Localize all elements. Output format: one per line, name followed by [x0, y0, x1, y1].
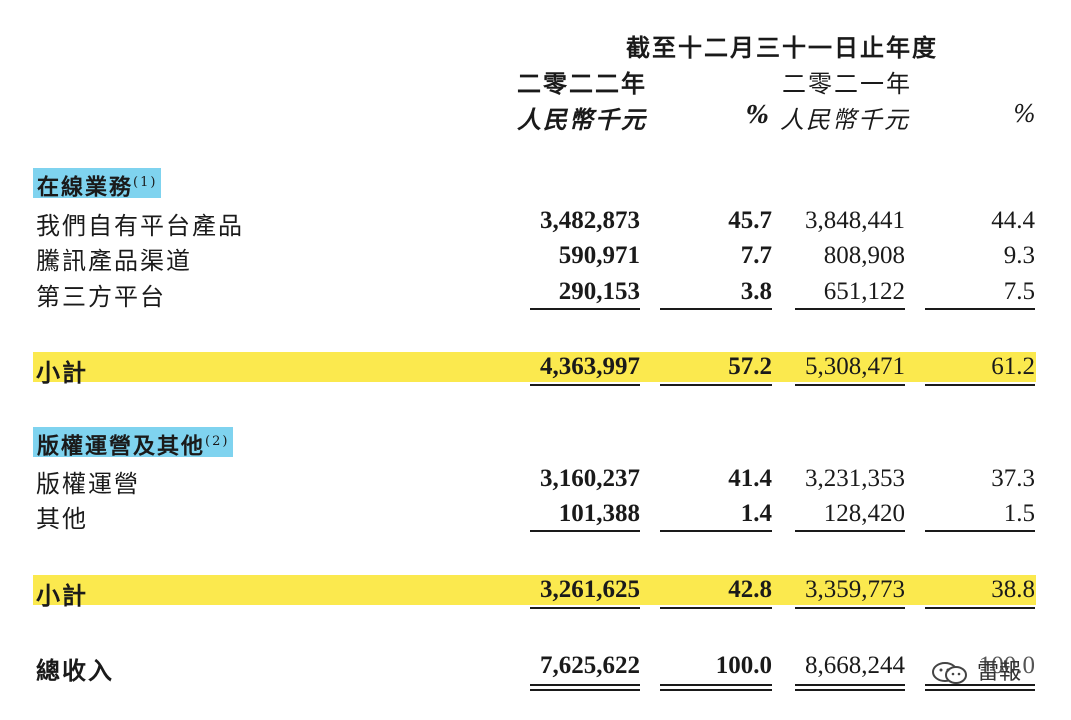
- value-2022: 590,971: [558, 242, 640, 269]
- value-2021: 651,122: [823, 278, 905, 305]
- year-2022-header: 二零二二年: [517, 69, 647, 98]
- underline: [530, 530, 640, 532]
- double-underline: [925, 689, 1035, 691]
- wechat-icon: [932, 662, 967, 684]
- total-label: 總收入: [36, 656, 114, 685]
- section-online-business: 在線業務(1): [33, 168, 162, 201]
- section-copyright-title: 版權運營及其他: [37, 433, 206, 460]
- value-2021: 128,420: [823, 500, 905, 527]
- underline: [795, 384, 905, 386]
- pct-2022: 41.4: [728, 465, 772, 492]
- row-label: 第三方平台: [36, 283, 166, 311]
- value-2022: 101,388: [558, 500, 640, 527]
- subtotal-value-2021: 3,359,773: [805, 576, 905, 603]
- underline: [660, 530, 772, 532]
- value-2022: 3,482,873: [540, 207, 640, 234]
- row-label: 版權運營: [36, 470, 140, 498]
- underline: [925, 384, 1035, 386]
- subtotal-value-2022: 4,363,997: [540, 353, 640, 380]
- pct-2021: 9.3: [1003, 242, 1035, 269]
- row-label: 其他: [36, 505, 88, 533]
- section-copyright-operations: 版權運營及其他(2): [33, 427, 234, 460]
- double-underline: [795, 689, 905, 691]
- pct-2021-header: %: [1013, 100, 1038, 128]
- value-2021: 3,848,441: [805, 207, 905, 234]
- double-underline: [795, 684, 905, 686]
- period-header: 截至十二月三十一日止年度: [626, 33, 938, 62]
- watermark: 雷報: [930, 654, 1021, 686]
- note-1: (1): [133, 175, 158, 190]
- subtotal-value-2022: 3,261,625: [540, 576, 640, 603]
- subtotal-pct-2021: 38.8: [991, 576, 1035, 603]
- total-pct-2022: 100.0: [715, 652, 772, 679]
- row-label: 騰訊產品渠道: [36, 247, 192, 275]
- subtotal-value-2021: 5,308,471: [805, 353, 905, 380]
- pct-2022: 45.7: [728, 207, 772, 234]
- total-value-2021: 8,668,244: [805, 652, 905, 679]
- double-underline: [660, 689, 772, 691]
- pct-2022: 1.4: [740, 500, 772, 527]
- underline: [530, 308, 640, 310]
- underline: [925, 607, 1035, 609]
- watermark-text: 雷報: [977, 660, 1022, 685]
- value-2021: 808,908: [823, 242, 905, 269]
- pct-2022-header: %: [746, 100, 771, 129]
- value-2022: 290,153: [558, 278, 640, 305]
- value-2021: 3,231,353: [805, 465, 905, 492]
- pct-2021: 1.5: [1003, 500, 1035, 527]
- underline: [660, 607, 772, 609]
- underline: [925, 530, 1035, 532]
- year-2021-header: 二零二一年: [782, 70, 912, 98]
- underline: [660, 308, 772, 310]
- pct-2022: 7.7: [740, 242, 772, 269]
- unit-2022-header: 人民幣千元: [517, 105, 647, 134]
- pct-2021: 37.3: [991, 465, 1035, 492]
- double-underline: [530, 684, 640, 686]
- section-online-title: 在線業務: [37, 174, 134, 201]
- value-2022: 3,160,237: [540, 465, 640, 492]
- subtotal-pct-2021: 61.2: [991, 353, 1035, 380]
- underline: [795, 530, 905, 532]
- pct-2022: 3.8: [740, 278, 772, 305]
- total-value-2022: 7,625,622: [540, 652, 640, 679]
- subtotal-label: 小計: [36, 581, 88, 610]
- underline: [660, 384, 772, 386]
- underline: [530, 607, 640, 609]
- subtotal-pct-2022: 57.2: [728, 353, 772, 380]
- subtotal-label: 小計: [36, 358, 88, 387]
- pct-2021: 7.5: [1003, 278, 1035, 305]
- underline: [795, 308, 905, 310]
- underline: [795, 607, 905, 609]
- subtotal-pct-2022: 42.8: [728, 576, 772, 603]
- pct-2021: 44.4: [991, 207, 1035, 234]
- double-underline: [660, 684, 772, 686]
- row-label: 我們自有平台產品: [36, 212, 244, 240]
- underline: [530, 384, 640, 386]
- unit-2021-header: 人民幣千元: [780, 106, 910, 134]
- note-2: (2): [205, 434, 230, 449]
- underline: [925, 308, 1035, 310]
- double-underline: [530, 689, 640, 691]
